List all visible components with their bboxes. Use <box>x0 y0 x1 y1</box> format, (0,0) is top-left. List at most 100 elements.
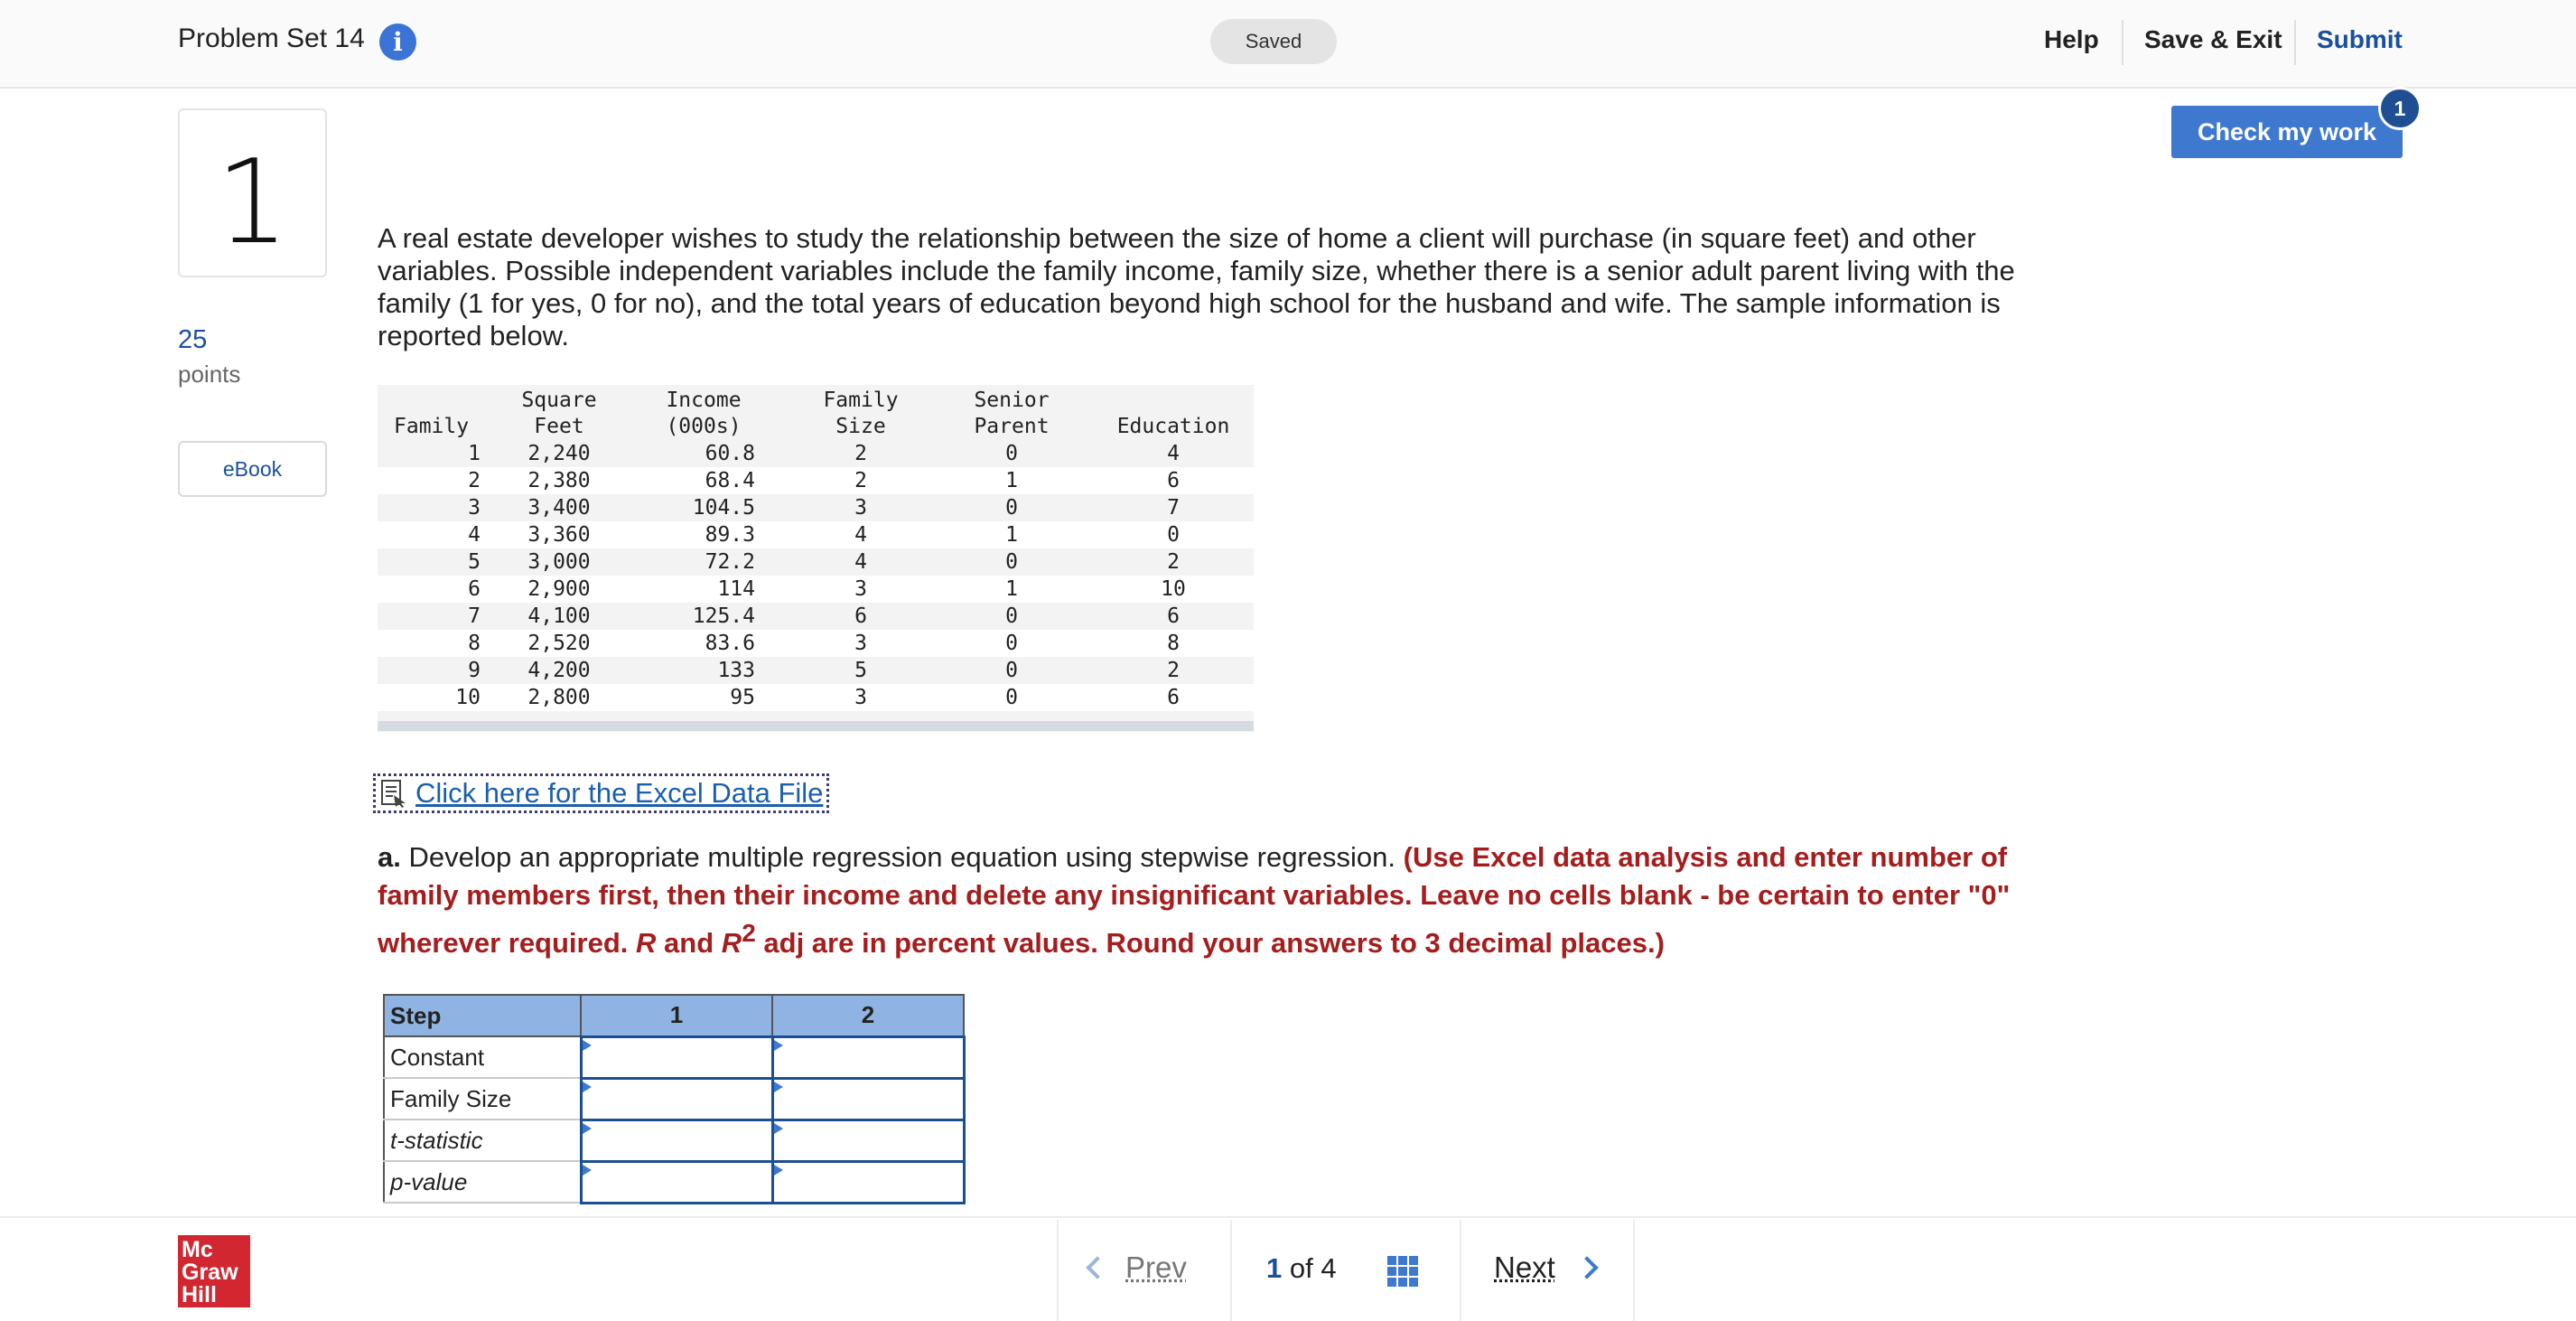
question-grid-icon[interactable] <box>1387 1256 1418 1287</box>
table-cell: 4 <box>791 521 930 548</box>
column-header: Family Size <box>823 389 899 438</box>
table-cell: 95 <box>616 684 791 711</box>
table-cell: 68.4 <box>616 467 791 494</box>
table-cell: 1 <box>930 521 1093 548</box>
column-header: Family <box>394 415 470 438</box>
table-cell: 2,800 <box>502 684 616 711</box>
table-cell: 2 <box>1093 548 1254 576</box>
table-cell: 1 <box>930 576 1093 603</box>
table-cell: 9 <box>378 657 502 684</box>
table-cell: 4 <box>378 521 502 548</box>
table-row: 5 3,000 72.2 4 0 2 <box>378 548 1254 576</box>
check-count-badge: 1 <box>2378 87 2422 130</box>
table-cell: 4,100 <box>502 603 616 630</box>
table-cell: 0 <box>930 440 1093 467</box>
table-cell: 2 <box>1093 657 1254 684</box>
step-header: Step <box>383 994 582 1037</box>
ebook-button[interactable]: eBook <box>178 441 327 497</box>
table-cell: 10 <box>1093 576 1254 603</box>
answer-row-p-value: p-value <box>383 1159 966 1204</box>
constant-step-2-input[interactable] <box>770 1035 966 1080</box>
row-label: t-statistic <box>383 1119 582 1162</box>
p-value-step-2-input[interactable] <box>770 1159 966 1204</box>
table-cell: 3 <box>378 494 502 521</box>
table-cell: 3,400 <box>502 494 616 521</box>
constant-step-1-input[interactable] <box>579 1035 774 1080</box>
answer-row-family-size: Family Size <box>383 1076 966 1121</box>
table-row: 6 2,900 114 3 1 10 <box>378 576 1254 603</box>
answer-row-constant: Constant <box>383 1035 966 1080</box>
submit-link[interactable]: Submit <box>2317 25 2403 54</box>
table-row: 8 2,520 83.6 3 0 8 <box>378 630 1254 657</box>
table-cell: 3,000 <box>502 548 616 576</box>
help-link[interactable]: Help <box>2044 25 2099 54</box>
table-cell: 4 <box>791 548 930 576</box>
table-cell: 6 <box>1093 684 1254 711</box>
table-cell: 0 <box>930 548 1093 576</box>
table-row: 4 3,360 89.3 4 1 0 <box>378 521 1254 548</box>
step-2-header: 2 <box>771 994 965 1037</box>
table-cell: 0 <box>930 684 1093 711</box>
table-cell: 10 <box>378 684 502 711</box>
table-cell: 5 <box>378 548 502 576</box>
table-cell: 60.8 <box>616 440 791 467</box>
table-cell: 2,240 <box>502 440 616 467</box>
table-cell: 7 <box>1093 494 1254 521</box>
row-label: Constant <box>383 1035 582 1079</box>
table-cell: 1 <box>378 440 502 467</box>
table-cell: 2,520 <box>502 630 616 657</box>
table-row: 9 4,200 133 5 0 2 <box>378 657 1254 684</box>
table-cell: 4,200 <box>502 657 616 684</box>
answer-table: Step 1 2 Constant Family Size t-statisti… <box>383 994 966 1204</box>
points-label: points <box>178 361 241 388</box>
question-text: A real estate developer wishes to study … <box>378 222 2015 351</box>
header-divider <box>2294 20 2296 65</box>
table-cell: 6 <box>1093 467 1254 494</box>
excel-link-label[interactable]: Click here for the Excel Data File <box>415 777 823 810</box>
table-row: 1 2,240 60.8 2 0 4 <box>378 440 1254 467</box>
table-cell: 0 <box>930 657 1093 684</box>
table-cell: 8 <box>378 630 502 657</box>
info-icon[interactable]: i <box>379 23 416 61</box>
row-label: p-value <box>383 1160 582 1204</box>
table-cell: 104.5 <box>616 494 791 521</box>
save-exit-link[interactable]: Save & Exit <box>2144 25 2282 54</box>
family-size-step-2-input[interactable] <box>770 1076 966 1121</box>
table-cell: 0 <box>930 603 1093 630</box>
column-header: Square Feet <box>521 389 597 438</box>
prev-button[interactable]: Prev <box>1086 1251 1187 1285</box>
data-table-header: Family Square Feet Income (000s) Family Siz… <box>378 385 1254 440</box>
mcgraw-hill-logo: Mc Graw Hill <box>178 1235 250 1307</box>
chevron-left-icon <box>1086 1256 1109 1279</box>
table-cell: 7 <box>378 603 502 630</box>
t-statistic-step-1-input[interactable] <box>579 1118 774 1163</box>
column-header: Education <box>1116 415 1230 438</box>
question-number-card: 1 <box>178 108 327 277</box>
row-label: Family Size <box>383 1077 582 1120</box>
table-cell: 133 <box>616 657 791 684</box>
t-statistic-step-2-input[interactable] <box>770 1118 966 1163</box>
page-indicator: 1 of 4 <box>1266 1252 1337 1284</box>
chevron-right-icon <box>1575 1256 1599 1279</box>
column-header: Income (000s) <box>666 389 742 438</box>
table-cell: 114 <box>616 576 791 603</box>
table-cell: 2 <box>378 467 502 494</box>
footer-divider <box>1633 1220 1635 1321</box>
header-divider <box>2122 20 2123 65</box>
table-cell: 2 <box>791 467 930 494</box>
next-button[interactable]: Next <box>1494 1251 1599 1285</box>
table-row: 7 4,100 125.4 6 0 6 <box>378 603 1254 630</box>
answer-table-header: Step 1 2 <box>383 994 965 1037</box>
table-cell: 6 <box>791 603 930 630</box>
part-a-prompt: a. Develop an appropriate multiple regre… <box>378 841 2011 959</box>
check-my-work-button[interactable]: Check my work <box>2171 106 2403 158</box>
table-row: 3 3,400 104.5 3 0 7 <box>378 494 1254 521</box>
table-cell: 3 <box>791 630 930 657</box>
p-value-step-1-input[interactable] <box>579 1159 774 1204</box>
footer-divider <box>1230 1220 1232 1321</box>
points-value: 25 <box>178 325 208 354</box>
table-cell: 2,380 <box>502 467 616 494</box>
family-size-step-1-input[interactable] <box>579 1076 774 1121</box>
table-cell: 0 <box>1093 521 1254 548</box>
excel-data-file-link[interactable]: Click here for the Excel Data File <box>373 773 830 813</box>
